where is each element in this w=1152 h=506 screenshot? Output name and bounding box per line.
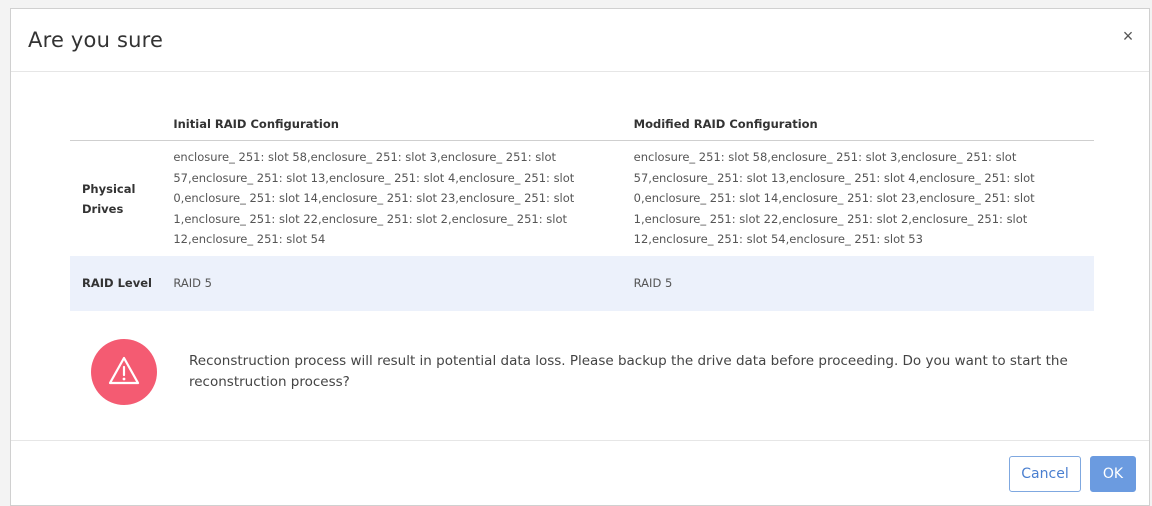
table-header-empty [70,108,174,141]
close-icon[interactable]: × [1117,25,1139,47]
dialog-title: Are you sure [28,28,164,52]
footer-divider [11,440,1149,441]
table-header-row: Initial RAID Configuration Modified RAID… [70,108,1094,141]
physical-drives-label: Physical Drives [82,181,136,216]
table-row: Physical Drives enclosure_ 251: slot 58,… [70,141,1094,257]
initial-raid-level: RAID 5 [173,256,634,311]
warning-triangle-icon [91,339,157,405]
raid-config-table: Initial RAID Configuration Modified RAID… [70,108,1094,311]
table-row: RAID Level RAID 5 RAID 5 [70,256,1094,311]
initial-physical-drives: enclosure_ 251: slot 58,enclosure_ 251: … [173,150,575,247]
warning-message: Reconstruction process will result in po… [189,353,1068,390]
ok-button[interactable]: OK [1090,456,1136,492]
table-header-modified: Modified RAID Configuration [633,108,1094,141]
modified-raid-level: RAID 5 [633,256,1094,311]
modified-physical-drives: enclosure_ 251: slot 58,enclosure_ 251: … [633,150,1035,247]
confirm-dialog: Are you sure × Initial RAID Configuratio… [10,8,1150,506]
table-header-initial: Initial RAID Configuration [173,108,634,141]
warning-block: Reconstruction process will result in po… [91,339,1131,409]
cancel-button[interactable]: Cancel [1009,456,1081,492]
raid-level-label: RAID Level [70,256,174,311]
dialog-header: Are you sure × [11,9,1149,72]
